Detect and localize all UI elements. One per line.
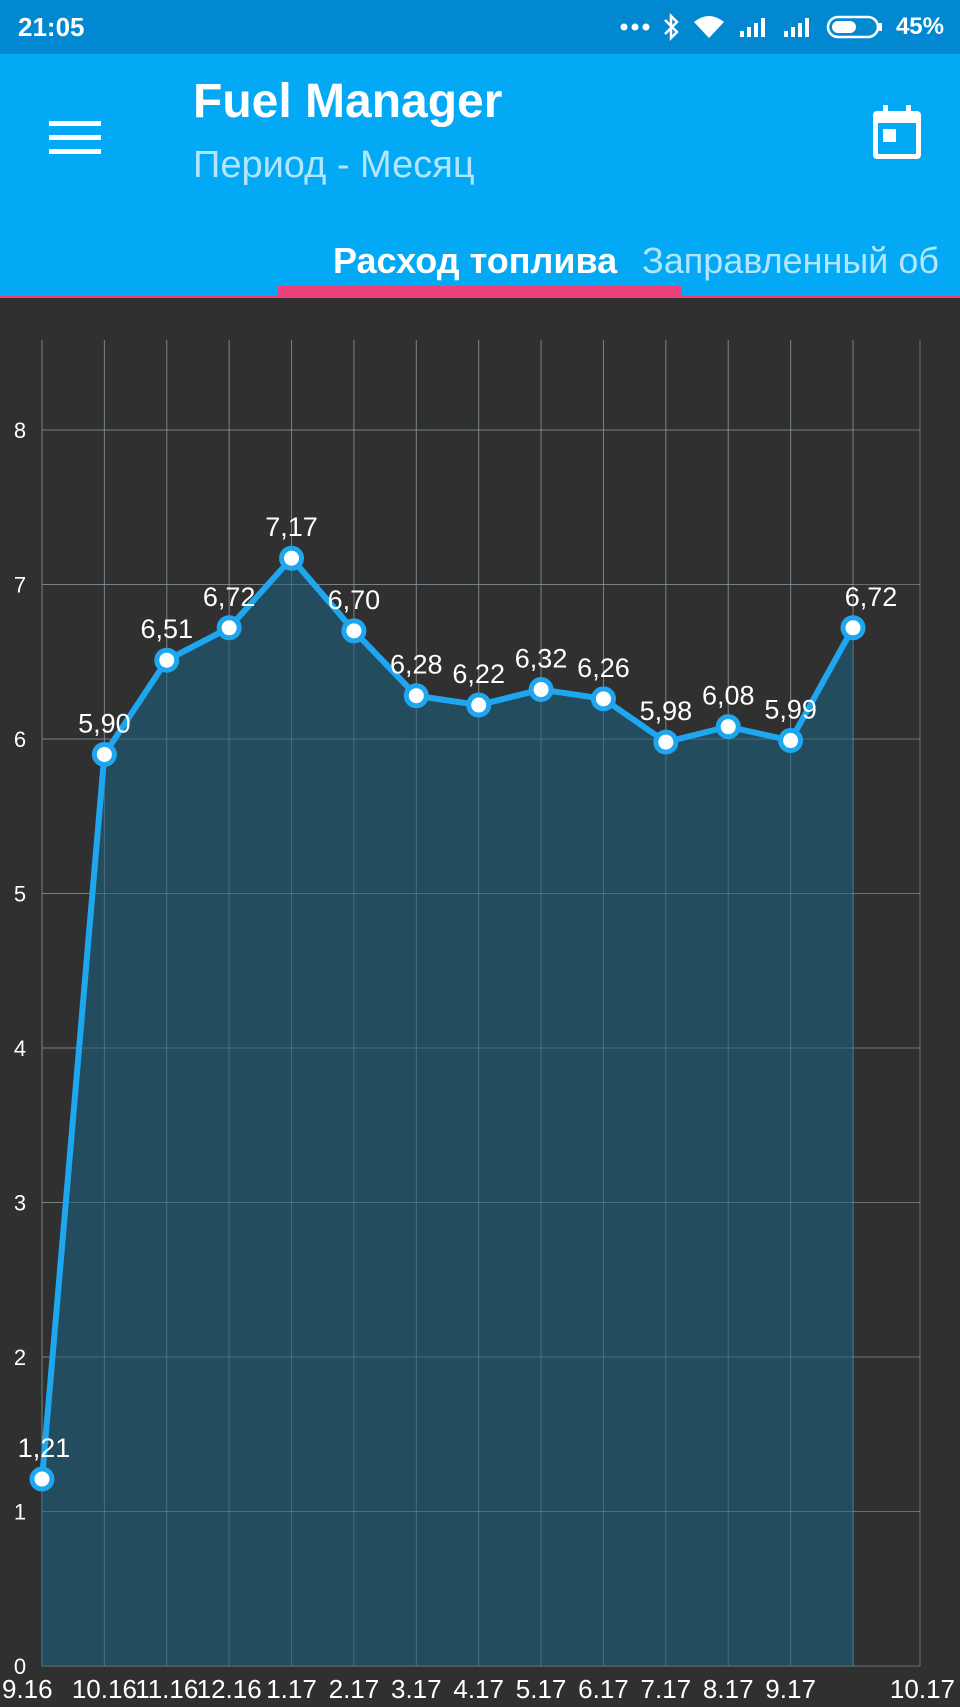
- tab-refueled-volume[interactable]: Заправленный об: [642, 224, 939, 298]
- period-subtitle: Период - Месяц: [193, 144, 475, 186]
- calendar-icon: [873, 104, 921, 164]
- x-tick-label: 11.16: [135, 1674, 198, 1704]
- data-label: 6,72: [845, 582, 898, 612]
- y-tick-label: 1: [14, 1500, 26, 1525]
- app-title: Fuel Manager: [193, 75, 503, 128]
- data-point: [279, 545, 305, 571]
- data-point: [91, 741, 117, 767]
- data-label: 6,70: [328, 585, 381, 615]
- x-tick-label: 9.16: [2, 1674, 53, 1704]
- y-tick-label: 3: [14, 1191, 26, 1216]
- data-point: [403, 683, 429, 709]
- signal-icon: [782, 15, 814, 39]
- x-tick-label: 9.17: [765, 1674, 816, 1704]
- data-point: [653, 729, 679, 755]
- calendar-button[interactable]: [862, 94, 932, 174]
- x-tick-label: 3.17: [391, 1674, 442, 1704]
- signal-icon: [738, 15, 770, 39]
- data-label: 6,26: [577, 653, 630, 683]
- data-label: 6,72: [203, 582, 256, 612]
- wifi-icon: [692, 14, 726, 40]
- data-point: [29, 1466, 55, 1492]
- x-tick-label: 4.17: [453, 1674, 504, 1704]
- x-tick-label: 6.17: [578, 1674, 629, 1704]
- x-tick-label: 1.17: [266, 1674, 317, 1704]
- x-tick-label: 10.16: [72, 1674, 137, 1704]
- hamburger-menu-icon: [49, 117, 101, 162]
- bluetooth-icon: [662, 13, 680, 41]
- status-bar: 21:05 45%: [0, 0, 960, 54]
- data-label: 6,28: [390, 650, 443, 680]
- x-tick-label: 7.17: [641, 1674, 692, 1704]
- data-point: [341, 618, 367, 644]
- y-tick-label: 2: [14, 1345, 26, 1370]
- y-tick-label: 4: [14, 1036, 26, 1061]
- data-point: [715, 714, 741, 740]
- data-point: [216, 615, 242, 641]
- chart-area: 0 1 2 3 4 5 6 7 8 1,21 5,90 6,51 6,72 7,17 6,70 6,28 6,2…: [0, 298, 960, 1707]
- data-label: 6,08: [702, 681, 755, 711]
- tab-indicator: [278, 286, 682, 296]
- x-tick-label: 12.16: [197, 1674, 262, 1704]
- data-label: 6,22: [452, 659, 505, 689]
- status-icons: 45%: [620, 13, 944, 41]
- data-point: [154, 647, 180, 673]
- y-tick-label: 8: [14, 418, 26, 443]
- data-point: [778, 728, 804, 754]
- data-label: 6,51: [140, 614, 193, 644]
- data-point: [466, 692, 492, 718]
- data-point: [528, 677, 554, 703]
- x-tick-label: 8.17: [703, 1674, 754, 1704]
- data-label: 5,90: [78, 708, 131, 738]
- data-label: 6,32: [515, 644, 568, 674]
- status-time: 21:05: [18, 11, 85, 42]
- more-dots-icon: [620, 22, 650, 32]
- y-tick-label: 6: [14, 727, 26, 752]
- y-tick-label: 5: [14, 882, 26, 907]
- x-tick-label: 10.17: [890, 1674, 955, 1704]
- x-tick-label: 2.17: [329, 1674, 380, 1704]
- fuel-consumption-chart[interactable]: 0123456781,215,906,516,727,176,706,28 6,2…: [0, 298, 960, 1707]
- data-label: 7,17: [265, 512, 318, 542]
- data-point: [840, 615, 866, 641]
- battery-percent: 45%: [895, 13, 944, 40]
- y-tick-label: 7: [14, 573, 26, 598]
- menu-button[interactable]: [40, 104, 110, 174]
- battery-icon: [826, 14, 884, 40]
- data-label: 5,99: [764, 695, 817, 725]
- data-point: [590, 686, 616, 712]
- data-label: 1,21: [18, 1433, 71, 1463]
- data-label: 5,98: [640, 696, 693, 726]
- x-tick-label: 5.17: [516, 1674, 567, 1704]
- app-bar: Fuel Manager Период - Месяц Расход топли…: [0, 54, 960, 298]
